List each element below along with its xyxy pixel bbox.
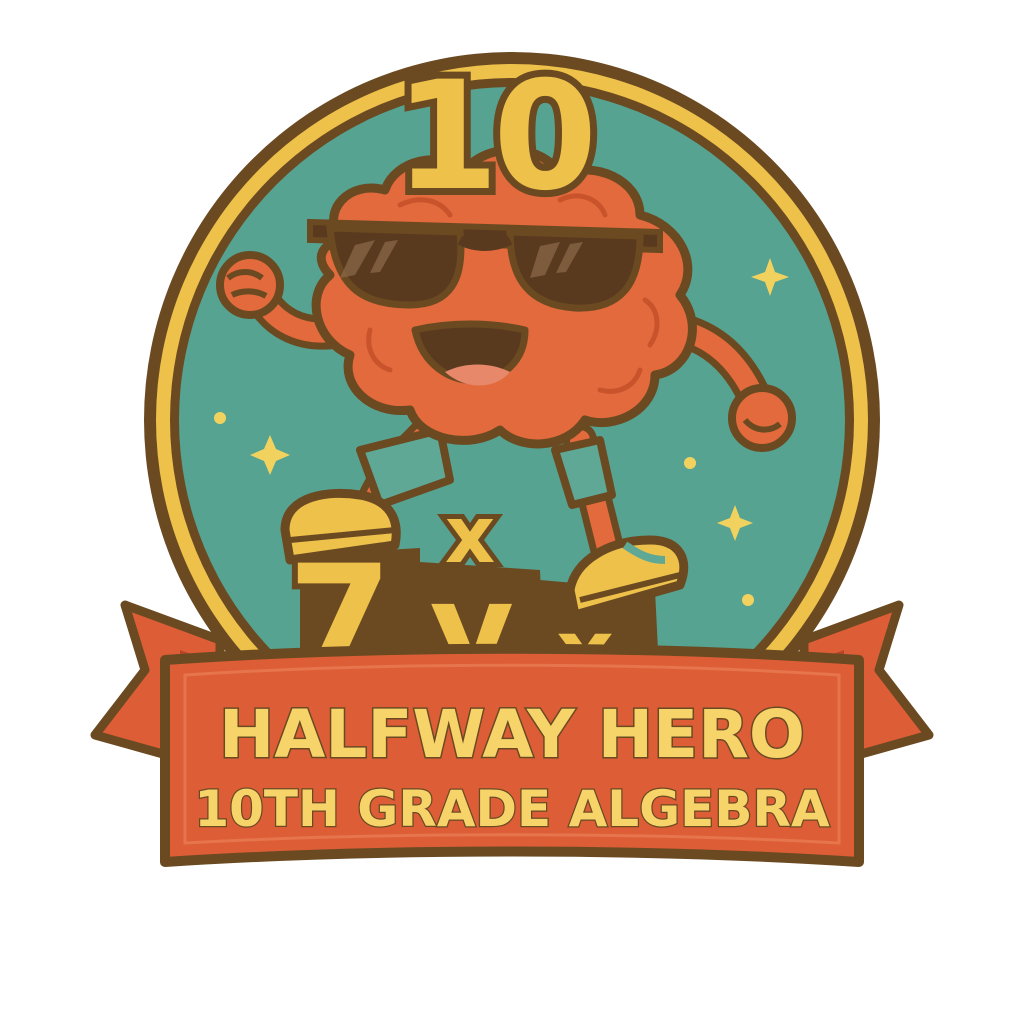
number-ten-badge: 10: [388, 43, 605, 231]
number-ten: 10: [395, 50, 592, 224]
badge-title: HALFWAY HERO: [219, 696, 805, 773]
badge-subtitle: 10TH GRADE ALGEBRA: [194, 780, 830, 838]
badge-canvas: 10 7 x y x HALFWAY HERO 10TH GRADE ALGEB…: [0, 0, 1024, 1024]
badge-svg: 10 7 x y x HALFWAY HERO 10TH GRADE ALGEB…: [90, 43, 934, 867]
